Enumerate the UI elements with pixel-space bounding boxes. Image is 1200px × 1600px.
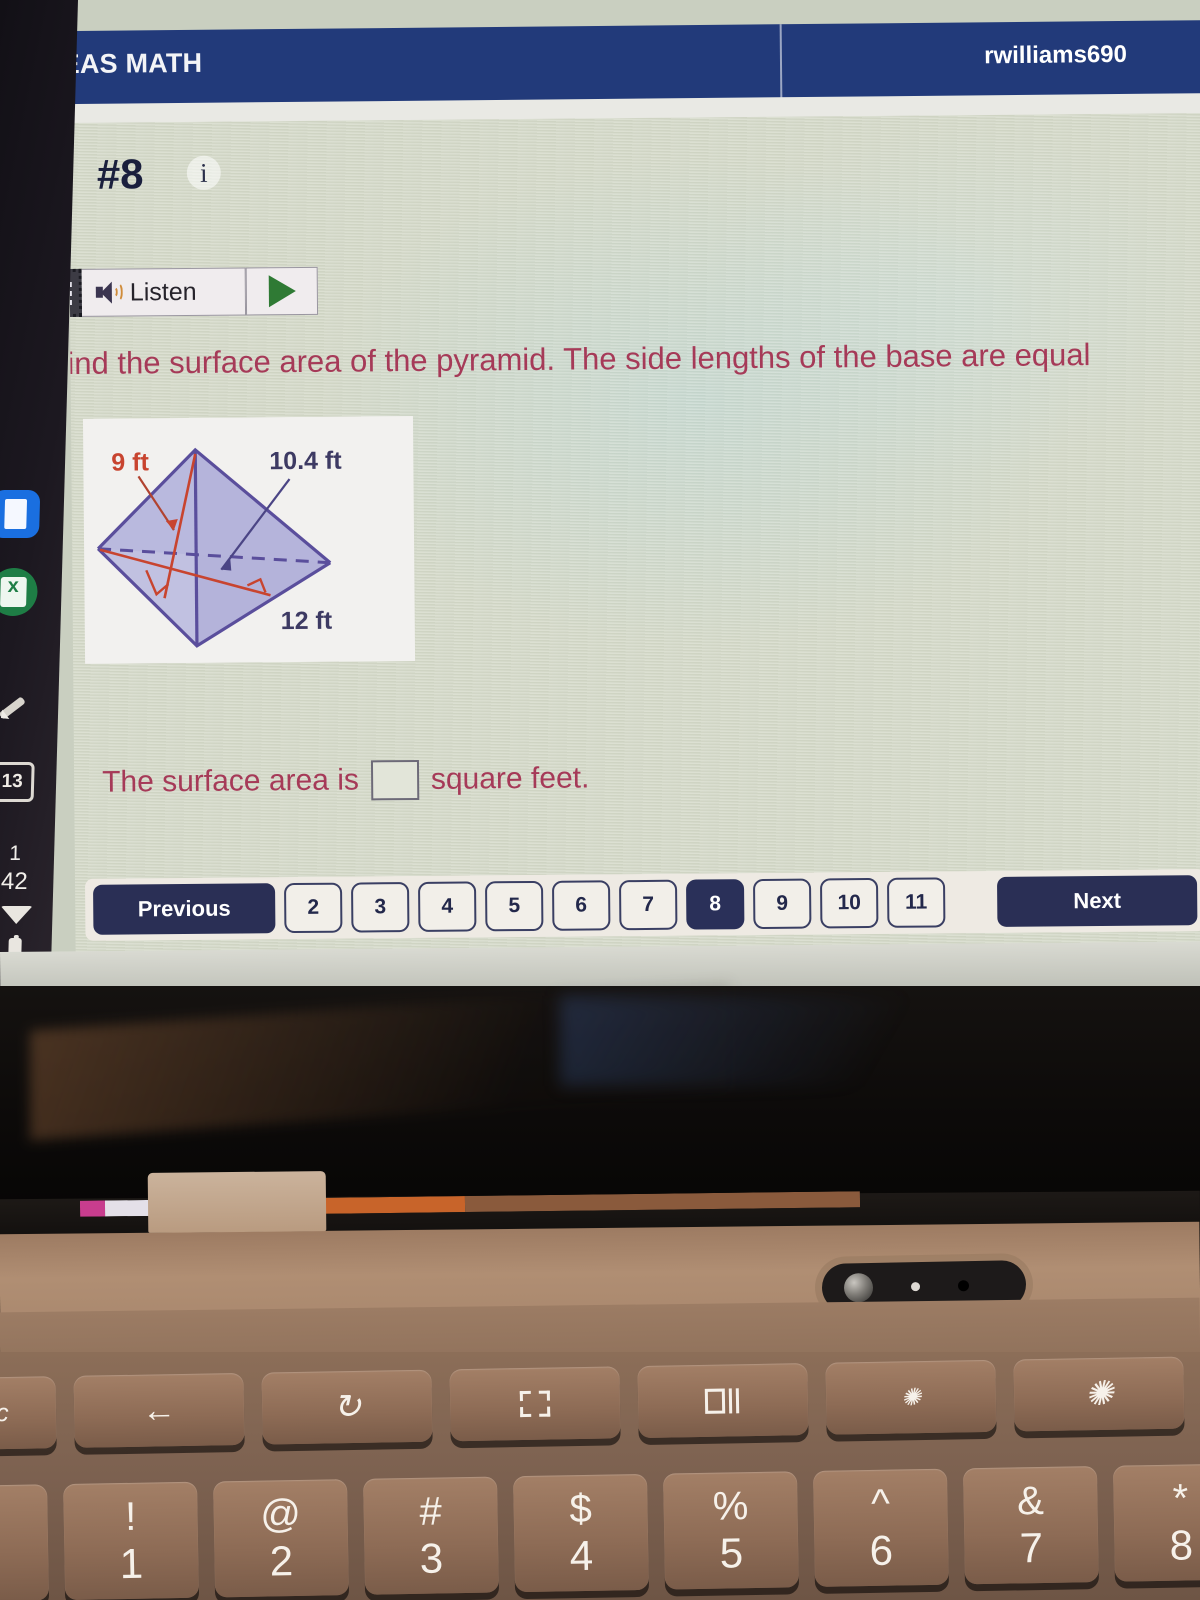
key-6-digit: 6 — [869, 1526, 894, 1574]
document-app-icon[interactable] — [0, 490, 41, 538]
brightness-down-icon[interactable]: ✺ — [825, 1359, 997, 1435]
camera-lens-icon — [843, 1272, 874, 1303]
overview-windows-icon[interactable] — [637, 1363, 809, 1439]
info-icon[interactable]: i — [186, 155, 221, 190]
reflection-highlight-2 — [560, 996, 980, 1086]
key-5-digit: 5 — [719, 1529, 744, 1577]
key-5-symbol: % — [712, 1484, 749, 1529]
key-7-symbol: & — [1016, 1478, 1045, 1524]
play-button[interactable] — [245, 266, 319, 316]
key-7-digit: 7 — [1019, 1523, 1044, 1572]
page-button-11[interactable]: 11 — [886, 877, 946, 928]
account-name[interactable]: rwilliams690 — [984, 41, 1127, 70]
readspeaker-menu-icon[interactable] — [68, 268, 83, 318]
photo-scene: BIG IDEAS MATH rwilliams690 #8 i Listen … — [0, 0, 1200, 1600]
page-button-6[interactable]: 6 — [552, 880, 611, 931]
question-navigation-bar: Previous 2 3 4 5 6 7 8 9 10 11 Next — [84, 869, 1200, 941]
speaker-icon — [95, 281, 123, 304]
page-button-8[interactable]: 8 — [686, 879, 745, 930]
status-line-2: 42 — [0, 868, 29, 895]
back-arrow-icon[interactable]: ← — [73, 1372, 245, 1448]
listen-label: Listen — [129, 277, 197, 306]
chromebook-screen: BIG IDEAS MATH rwilliams690 #8 i Listen … — [0, 0, 1200, 990]
question-number: #8 — [96, 150, 144, 198]
next-button[interactable]: Next — [996, 875, 1198, 927]
key-2[interactable]: @ 2 — [213, 1479, 350, 1598]
label-lateral-edge: 10.4 ft — [269, 447, 342, 476]
previous-button[interactable]: Previous — [93, 883, 276, 935]
readspeaker-toolbar: Listen — [68, 266, 319, 318]
key-4[interactable]: $ 4 — [513, 1473, 650, 1593]
key-5[interactable]: % 5 — [662, 1471, 799, 1590]
page-button-10[interactable]: 10 — [819, 877, 879, 929]
page-button-4[interactable]: 4 — [418, 881, 477, 932]
header-divider — [779, 24, 783, 101]
calendar-icon[interactable]: 13 — [0, 762, 35, 802]
page-button-2[interactable]: 2 — [284, 882, 343, 934]
key-1[interactable]: ! 1 — [63, 1481, 200, 1600]
key-8-symbol: * — [1172, 1476, 1189, 1521]
key-3[interactable]: # 3 — [363, 1476, 500, 1595]
pen-icon[interactable] — [0, 690, 29, 727]
pyramid-figure: 9 ft 10.4 ft 12 ft — [82, 415, 416, 664]
label-base-side: 12 ft — [281, 607, 333, 635]
keyboard-number-row: ! 1 @ 2 # 3 $ 4 % 5 ^ 6 & 7 * 8 — [0, 1463, 1200, 1600]
question-content-panel: #8 i Listen Find the surface area of the… — [68, 113, 1200, 958]
status-line-1: 1 — [8, 842, 22, 865]
key-8[interactable]: * 8 — [1112, 1463, 1200, 1582]
keyboard: sc ← ↻ ✺ ✺ ! 1 @ 2 # 3 $ 4 % 5 ^ 6 & 7 *… — [0, 1352, 1200, 1600]
hinge-tab — [147, 1171, 327, 1233]
key-3-symbol: # — [419, 1489, 443, 1534]
key-6-symbol: ^ — [870, 1481, 891, 1526]
page-button-9[interactable]: 9 — [753, 878, 812, 930]
reload-icon[interactable]: ↻ — [261, 1369, 433, 1445]
camera-sensor-dot — [957, 1279, 970, 1291]
page-button-5[interactable]: 5 — [485, 880, 544, 932]
wifi-icon — [0, 906, 33, 924]
play-triangle-icon — [268, 275, 296, 308]
answer-suffix: square feet. — [430, 761, 590, 796]
key-6[interactable]: ^ 6 — [812, 1468, 949, 1587]
key-2-symbol: @ — [259, 1491, 302, 1537]
key-1-digit: 1 — [119, 1539, 144, 1588]
key-4-digit: 4 — [569, 1531, 594, 1580]
fullscreen-icon[interactable] — [449, 1366, 621, 1442]
keyboard-function-row: sc ← ↻ ✺ ✺ — [0, 1355, 1200, 1451]
key-7[interactable]: & 7 — [962, 1466, 1099, 1585]
camera-indicator-dot — [910, 1281, 921, 1291]
question-prompt: Find the surface area of the pyramid. Th… — [68, 337, 1091, 382]
answer-row: The surface area is square feet. — [102, 758, 590, 802]
pyramid-diagram-svg: 9 ft 10.4 ft 12 ft — [96, 447, 342, 648]
brightness-up-icon[interactable]: ✺ — [1013, 1356, 1185, 1432]
escape-key[interactable]: sc — [0, 1376, 57, 1451]
answer-input[interactable] — [370, 759, 420, 801]
listen-button[interactable]: Listen — [81, 267, 247, 317]
key-4-symbol: $ — [569, 1486, 593, 1532]
answer-prefix: The surface area is — [101, 763, 360, 799]
key-3-digit: 3 — [419, 1534, 444, 1582]
key-2-digit: 2 — [269, 1537, 294, 1585]
spreadsheet-app-icon[interactable] — [0, 568, 39, 616]
label-slant-height: 9 ft — [111, 448, 149, 476]
key-1-symbol: ! — [124, 1494, 137, 1539]
key-8-digit: 8 — [1169, 1521, 1194, 1569]
page-button-7[interactable]: 7 — [619, 879, 678, 931]
key-tilde[interactable] — [0, 1484, 50, 1600]
page-button-3[interactable]: 3 — [351, 882, 410, 933]
